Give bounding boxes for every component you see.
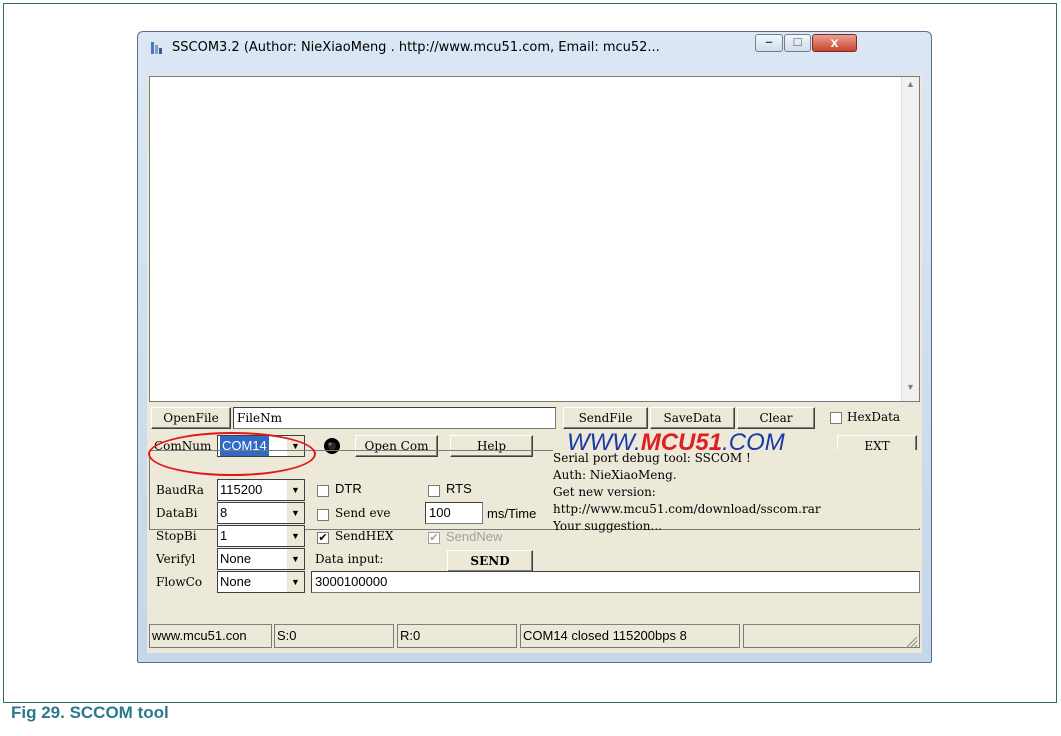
scroll-up-arrow-icon[interactable]: ▲ [902, 79, 919, 96]
send-button[interactable]: SEND [447, 550, 533, 572]
chevron-down-icon[interactable]: ▼ [286, 549, 304, 569]
data-input-label: Data input: [315, 552, 384, 566]
close-icon: x [830, 34, 839, 50]
stopbits-select[interactable]: 1 ▼ [217, 525, 305, 547]
send-every-label: Send eve [335, 506, 391, 520]
stopbits-value: 1 [220, 528, 228, 543]
flowcontrol-select[interactable]: None ▼ [217, 571, 305, 593]
client-area: ▲ ▼ OpenFile FileNm SendFile SaveData Cl… [147, 75, 922, 653]
sendhex-label: SendHEX [335, 529, 394, 543]
highlight-ellipse [148, 432, 316, 476]
verify-select[interactable]: None ▼ [217, 548, 305, 570]
info-line: Get new version: [553, 485, 656, 499]
sendhex-checkbox[interactable]: ✔ [317, 532, 329, 544]
receive-textarea[interactable]: ▲ ▼ [149, 76, 920, 402]
clear-button[interactable]: Clear [737, 407, 815, 429]
minimize-icon: – [765, 34, 773, 49]
hexdata-label: HexData [847, 410, 901, 424]
status-port-state: COM14 closed 115200bps 8 [520, 624, 740, 648]
vertical-scrollbar[interactable]: ▲ ▼ [901, 77, 919, 401]
verify-label: Verifyl [156, 552, 196, 566]
info-panel: Serial port debug tool: SSCOM ! Auth: Ni… [553, 450, 920, 533]
send-file-button[interactable]: SendFile [563, 407, 648, 429]
status-bar: www.mcu51.con S:0 R:0 COM14 closed 11520… [149, 624, 920, 650]
data-input-field[interactable]: 3000100000 [311, 571, 920, 593]
status-sent-count: S:0 [274, 624, 394, 648]
dtr-label: DTR [335, 481, 362, 496]
window-title: SSCOM3.2 (Author: NieXiaoMeng . http://w… [172, 40, 660, 55]
filename-field[interactable]: FileNm [233, 407, 556, 429]
app-icon [151, 42, 162, 54]
flowcontrol-label: FlowCo [156, 575, 203, 589]
title-bar[interactable]: SSCOM3.2 (Author: NieXiaoMeng . http://w… [138, 32, 931, 62]
chevron-down-icon[interactable]: ▼ [286, 572, 304, 592]
verify-value: None [220, 551, 252, 566]
baudrate-label: BaudRa [156, 483, 204, 497]
close-button[interactable]: x [812, 34, 857, 52]
save-data-button[interactable]: SaveData [650, 407, 735, 429]
maximize-icon: □ [793, 34, 802, 49]
chevron-down-icon[interactable]: ▼ [286, 503, 304, 523]
stopbits-label: StopBi [156, 529, 197, 543]
scroll-down-arrow-icon[interactable]: ▼ [902, 382, 919, 399]
hexdata-checkbox[interactable] [830, 412, 842, 424]
sscom-window: SSCOM3.2 (Author: NieXiaoMeng . http://w… [137, 31, 932, 663]
baudrate-select[interactable]: 115200 ▼ [217, 479, 305, 501]
maximize-button[interactable]: □ [784, 34, 811, 52]
databits-value: 8 [220, 505, 228, 520]
sendnew-checkbox[interactable]: ✔ [428, 532, 440, 544]
figure-caption: Fig 29. SCCOM tool [11, 703, 169, 722]
rts-label: RTS [446, 481, 472, 496]
send-every-checkbox[interactable] [317, 509, 329, 521]
rts-checkbox[interactable] [428, 485, 440, 497]
resize-grip-icon[interactable] [904, 634, 918, 648]
status-empty [743, 624, 920, 648]
info-line: http://www.mcu51.com/download/sscom.rar [553, 502, 821, 516]
chevron-down-icon[interactable]: ▼ [286, 480, 304, 500]
info-line: Serial port debug tool: SSCOM ! [553, 451, 751, 465]
baudrate-value: 115200 [220, 482, 263, 497]
status-received-count: R:0 [397, 624, 517, 648]
interval-field[interactable]: 100 [425, 502, 483, 524]
info-line: Auth: NieXiaoMeng. [553, 468, 677, 482]
minimize-button[interactable]: – [755, 34, 783, 52]
interval-unit-label: ms/Time [487, 506, 537, 521]
chevron-down-icon[interactable]: ▼ [286, 526, 304, 546]
open-file-button[interactable]: OpenFile [151, 407, 231, 429]
status-site: www.mcu51.con [149, 624, 272, 648]
databits-label: DataBi [156, 506, 198, 520]
databits-select[interactable]: 8 ▼ [217, 502, 305, 524]
info-line: Your suggestion... [553, 519, 662, 533]
dtr-checkbox[interactable] [317, 485, 329, 497]
flowcontrol-value: None [220, 574, 252, 589]
sendnew-label: SendNew [446, 529, 503, 544]
